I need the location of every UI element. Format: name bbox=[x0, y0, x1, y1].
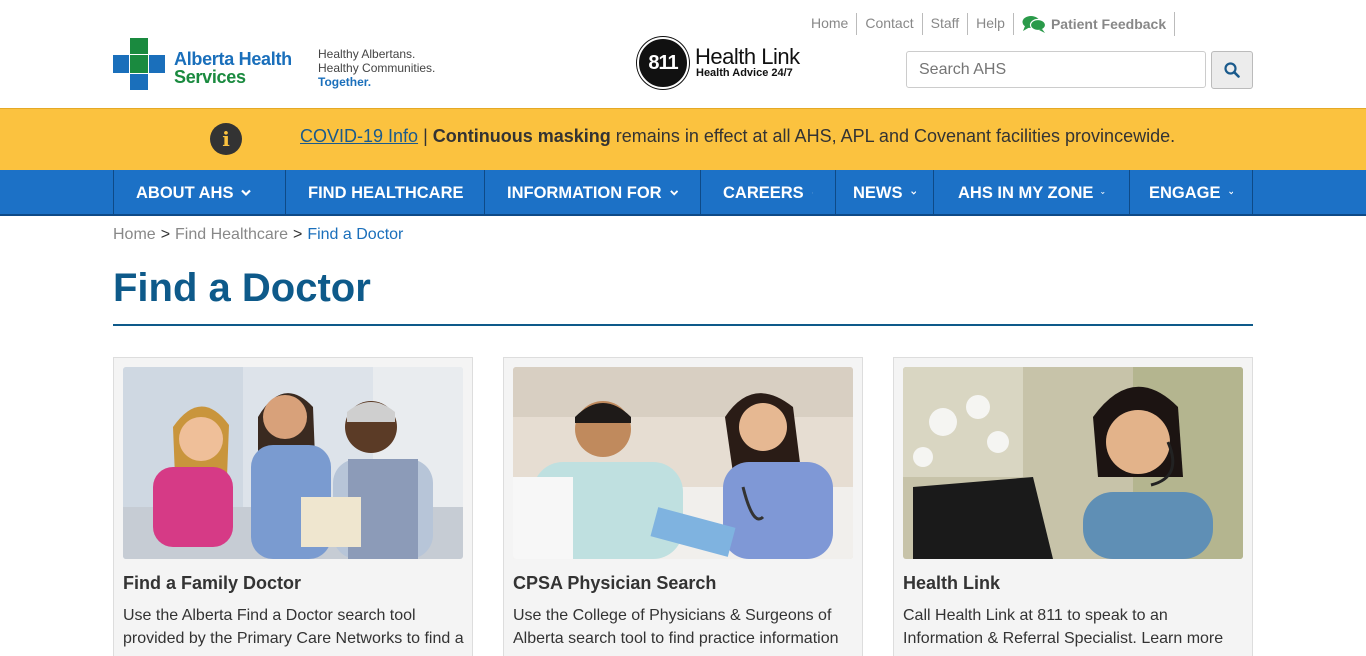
patient-feedback-link[interactable]: Patient Feedback bbox=[1014, 12, 1176, 36]
card-image-cpsa[interactable] bbox=[513, 367, 853, 559]
alert-rest-text: remains in effect at all AHS, APL and Co… bbox=[615, 126, 1176, 146]
card-image-health-link[interactable] bbox=[903, 367, 1243, 559]
health-link-logo[interactable]: 811 Health Link Health Advice 24/7 bbox=[637, 37, 807, 89]
nav-about-ahs[interactable]: ABOUT AHS bbox=[114, 170, 286, 216]
card-description: Use the College of Physicians & Surgeons… bbox=[513, 607, 839, 647]
chat-bubbles-icon bbox=[1022, 16, 1046, 33]
ahs-logo[interactable]: Alberta Health Services bbox=[113, 38, 293, 90]
tagline: Healthy Albertans. Healthy Communities. … bbox=[318, 47, 435, 89]
main-navigation: ABOUT AHS FIND HEALTHCARE INFORMATION FO… bbox=[0, 170, 1366, 216]
utility-links: Home Contact Staff Help Patient Feedback bbox=[811, 12, 1176, 36]
card-title[interactable]: Health Link bbox=[903, 573, 1000, 594]
chevron-down-icon bbox=[1101, 191, 1105, 195]
ahs-logo-text: Alberta Health Services bbox=[174, 50, 292, 86]
nav-label: ABOUT AHS bbox=[136, 183, 234, 202]
chevron-down-icon bbox=[669, 190, 678, 196]
nav-news[interactable]: NEWS bbox=[836, 170, 934, 216]
nav-label: FIND HEALTHCARE bbox=[308, 183, 464, 202]
search-input[interactable] bbox=[906, 51, 1206, 88]
nav-label: ENGAGE bbox=[1149, 183, 1221, 202]
tagline-line2: Healthy Communities. bbox=[318, 61, 436, 75]
nav-label: NEWS bbox=[853, 183, 903, 202]
card-description: Use the Alberta Find a Doctor search too… bbox=[123, 607, 464, 647]
breadcrumb: Home > Find Healthcare > Find a Doctor bbox=[113, 226, 403, 244]
nav-information-for[interactable]: INFORMATION FOR bbox=[485, 170, 701, 216]
alert-strong-text: Continuous masking bbox=[432, 126, 611, 146]
nav-label: AHS IN MY ZONE bbox=[958, 183, 1094, 202]
card-description: Call Health Link at 811 to speak to an I… bbox=[903, 607, 1224, 647]
top-link-help[interactable]: Help bbox=[968, 13, 1014, 35]
site-header: Alberta Health Services Healthy Albertan… bbox=[0, 0, 1366, 108]
card-find-family-doctor: Find a Family Doctor Use the Alberta Fin… bbox=[113, 357, 473, 656]
chevron-down-icon bbox=[241, 189, 252, 197]
nav-engage[interactable]: ENGAGE bbox=[1130, 170, 1253, 216]
breadcrumb-separator: > bbox=[160, 226, 171, 243]
nav-ahs-in-my-zone[interactable]: AHS IN MY ZONE bbox=[934, 170, 1130, 216]
breadcrumb-home[interactable]: Home bbox=[113, 226, 156, 244]
breadcrumb-separator: > bbox=[292, 226, 303, 243]
cpsa-physician-photo bbox=[513, 367, 853, 559]
card-image-family-doctor[interactable] bbox=[123, 367, 463, 559]
chevron-down-icon bbox=[811, 192, 813, 194]
tagline-line3: Together. bbox=[318, 75, 372, 89]
top-link-contact[interactable]: Contact bbox=[857, 13, 923, 35]
covid-info-link[interactable]: COVID-19 Info bbox=[300, 126, 418, 146]
logo-line1: Alberta Health bbox=[174, 49, 292, 69]
logo-line2: Services bbox=[174, 67, 246, 87]
family-doctor-photo bbox=[123, 367, 463, 559]
tagline-line1: Healthy Albertans. bbox=[318, 47, 416, 61]
chevron-down-icon bbox=[1228, 191, 1233, 195]
chevron-down-icon bbox=[910, 191, 916, 195]
ahs-cross-logo-icon bbox=[113, 38, 165, 90]
health-link-subtitle: Health Advice 24/7 bbox=[696, 67, 793, 79]
nav-label: CAREERS bbox=[723, 183, 804, 202]
card-title[interactable]: CPSA Physician Search bbox=[513, 573, 716, 594]
card-health-link: Health Link Call Health Link at 811 to s… bbox=[893, 357, 1253, 656]
title-divider bbox=[113, 324, 1253, 326]
top-link-home[interactable]: Home bbox=[811, 13, 858, 35]
search-icon bbox=[1224, 62, 1240, 78]
nav-careers[interactable]: CAREERS bbox=[701, 170, 836, 216]
breadcrumb-find-a-doctor[interactable]: Find a Doctor bbox=[307, 226, 403, 244]
nav-label: INFORMATION FOR bbox=[507, 183, 662, 202]
alert-divider: | bbox=[423, 126, 428, 146]
page-title: Find a Doctor bbox=[113, 266, 371, 310]
top-link-staff[interactable]: Staff bbox=[923, 13, 969, 35]
health-link-agent-photo bbox=[903, 367, 1243, 559]
health-link-811-badge: 811 bbox=[637, 37, 689, 89]
search-button[interactable] bbox=[1211, 51, 1253, 89]
breadcrumb-find-healthcare[interactable]: Find Healthcare bbox=[175, 226, 288, 244]
card-title[interactable]: Find a Family Doctor bbox=[123, 573, 301, 594]
card-cpsa-physician-search: CPSA Physician Search Use the College of… bbox=[503, 357, 863, 656]
patient-feedback-label: Patient Feedback bbox=[1050, 16, 1167, 32]
nav-find-healthcare[interactable]: FIND HEALTHCARE bbox=[286, 170, 485, 216]
info-icon: i bbox=[210, 123, 242, 155]
alert-message: COVID-19 Info | Continuous masking remai… bbox=[300, 125, 1175, 147]
health-link-title: Health Link bbox=[695, 44, 800, 69]
covid-alert-banner: i COVID-19 Info | Continuous masking rem… bbox=[0, 108, 1366, 170]
